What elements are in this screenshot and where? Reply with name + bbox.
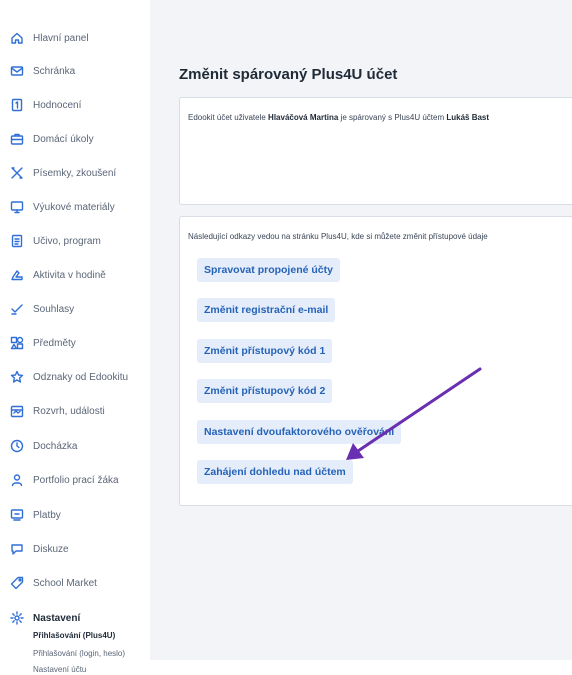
sidebar-item-activity[interactable]: Aktivita v hodině [10,266,106,284]
payment-icon [10,508,24,522]
sidebar-item-label: Diskuze [33,543,69,555]
sidebar-item-label: Předměty [33,337,76,349]
clock-icon [10,439,24,453]
sidebar-item-label: Docházka [33,440,78,452]
pairing-middle: je spárovaný s Plus4U účtem [338,113,447,122]
change-access-code-2-link[interactable]: Změnit přístupový kód 2 [197,379,333,403]
sidebar-item-label: Domácí úkoly [33,133,94,145]
sidebar-item-materials[interactable]: Výukové materiály [10,198,115,216]
sidebar-item-label: Aktivita v hodině [33,269,106,281]
sidebar-item-label: Platby [33,509,61,521]
sidebar-subitem-login-password[interactable]: Přihlašování (login, heslo) [33,649,125,658]
sidebar-item-consents[interactable]: Souhlasy [10,300,74,318]
sidebar-item-subjects[interactable]: Předměty [10,334,76,352]
sidebar-item-payments[interactable]: Platby [10,506,61,524]
monitor-icon [10,200,24,214]
sidebar-item-label: Hodnocení [33,99,82,111]
sidebar-item-settings[interactable]: Nastavení [10,609,80,627]
sidebar-item-school-market[interactable]: School Market [10,574,97,592]
sidebar-item-label: Souhlasy [33,303,75,315]
subjects-icon [10,336,24,350]
gear-icon [10,611,24,625]
person-icon [10,473,24,487]
sidebar-subitem-plus4u-login[interactable]: Přihlašování (Plus4U) [33,631,115,640]
sidebar-item-label: Portfolio prací žáka [33,474,119,486]
sidebar-item-inbox[interactable]: Schránka [10,62,75,80]
sidebar-item-discussion[interactable]: Diskuze [10,540,69,558]
tag-icon [10,576,24,590]
sidebar-item-label: Odznaky od Edookitu [33,371,129,383]
sidebar-item-label: Nastavení [33,612,81,624]
sidebar-item-label: Rozvrh, události [33,405,105,417]
home-icon [10,31,24,45]
sidebar-item-label: Výukové materiály [33,201,115,213]
two-factor-settings-link[interactable]: Nastavení dvoufaktorového ověřování [197,420,402,444]
sidebar-item-label: Schránka [33,65,76,77]
manage-linked-accounts-link[interactable]: Spravovat propojené účty [197,258,340,282]
sidebar-item-dashboard[interactable]: Hlavní panel [10,29,89,47]
briefcase-icon [10,132,24,146]
check-icon [10,302,24,316]
book-icon [10,234,24,248]
page-title: Změnit spárovaný Plus4U účet [179,66,398,83]
pairing-prefix: Edookit účet uživatele [188,113,269,122]
sidebar-item-label: School Market [33,577,97,589]
sidebar: Hlavní panel Schránka Hodnocení Domácí ú… [0,0,150,675]
star-icon [10,370,24,384]
mail-icon [10,64,24,78]
start-account-supervision-link[interactable]: Zahájení dohledu nad účtem [197,460,353,484]
sidebar-item-label: Hlavní panel [33,32,89,44]
sidebar-item-grades[interactable]: Hodnocení [10,96,81,114]
links-intro-text: Následující odkazy vedou na stránku Plus… [188,232,488,241]
pairing-info-text: Edookit účet uživatele Hlaváčová Martina… [188,113,489,122]
sidebar-item-curriculum[interactable]: Učivo, program [10,232,101,250]
tools-icon [10,166,24,180]
sidebar-item-label: Písemky, zkoušení [33,167,117,179]
pairing-user-name: Hlaváčová Martina [268,113,339,122]
grades-icon [10,98,24,112]
sidebar-item-tests[interactable]: Písemky, zkoušení [10,164,116,182]
change-access-code-1-link[interactable]: Změnit přístupový kód 1 [197,339,333,363]
pairing-info-card: Edookit účet uživatele Hlaváčová Martina… [179,97,572,205]
sidebar-subitem-account-settings[interactable]: Nastavení účtu [33,665,86,674]
sidebar-item-badges[interactable]: Odznaky od Edookitu [10,368,128,386]
sidebar-item-portfolio[interactable]: Portfolio prací žáka [10,471,119,489]
sidebar-item-attendance[interactable]: Docházka [10,437,77,455]
calendar-icon [10,404,24,418]
change-registration-email-link[interactable]: Změnit registrační e-mail [197,298,336,322]
sidebar-item-homework[interactable]: Domácí úkoly [10,130,94,148]
chat-icon [10,542,24,556]
hand-icon [10,268,24,282]
sidebar-item-label: Učivo, program [33,235,101,247]
sidebar-item-schedule[interactable]: Rozvrh, události [10,402,105,420]
pairing-account-name: Lukáš Bast [446,113,490,122]
